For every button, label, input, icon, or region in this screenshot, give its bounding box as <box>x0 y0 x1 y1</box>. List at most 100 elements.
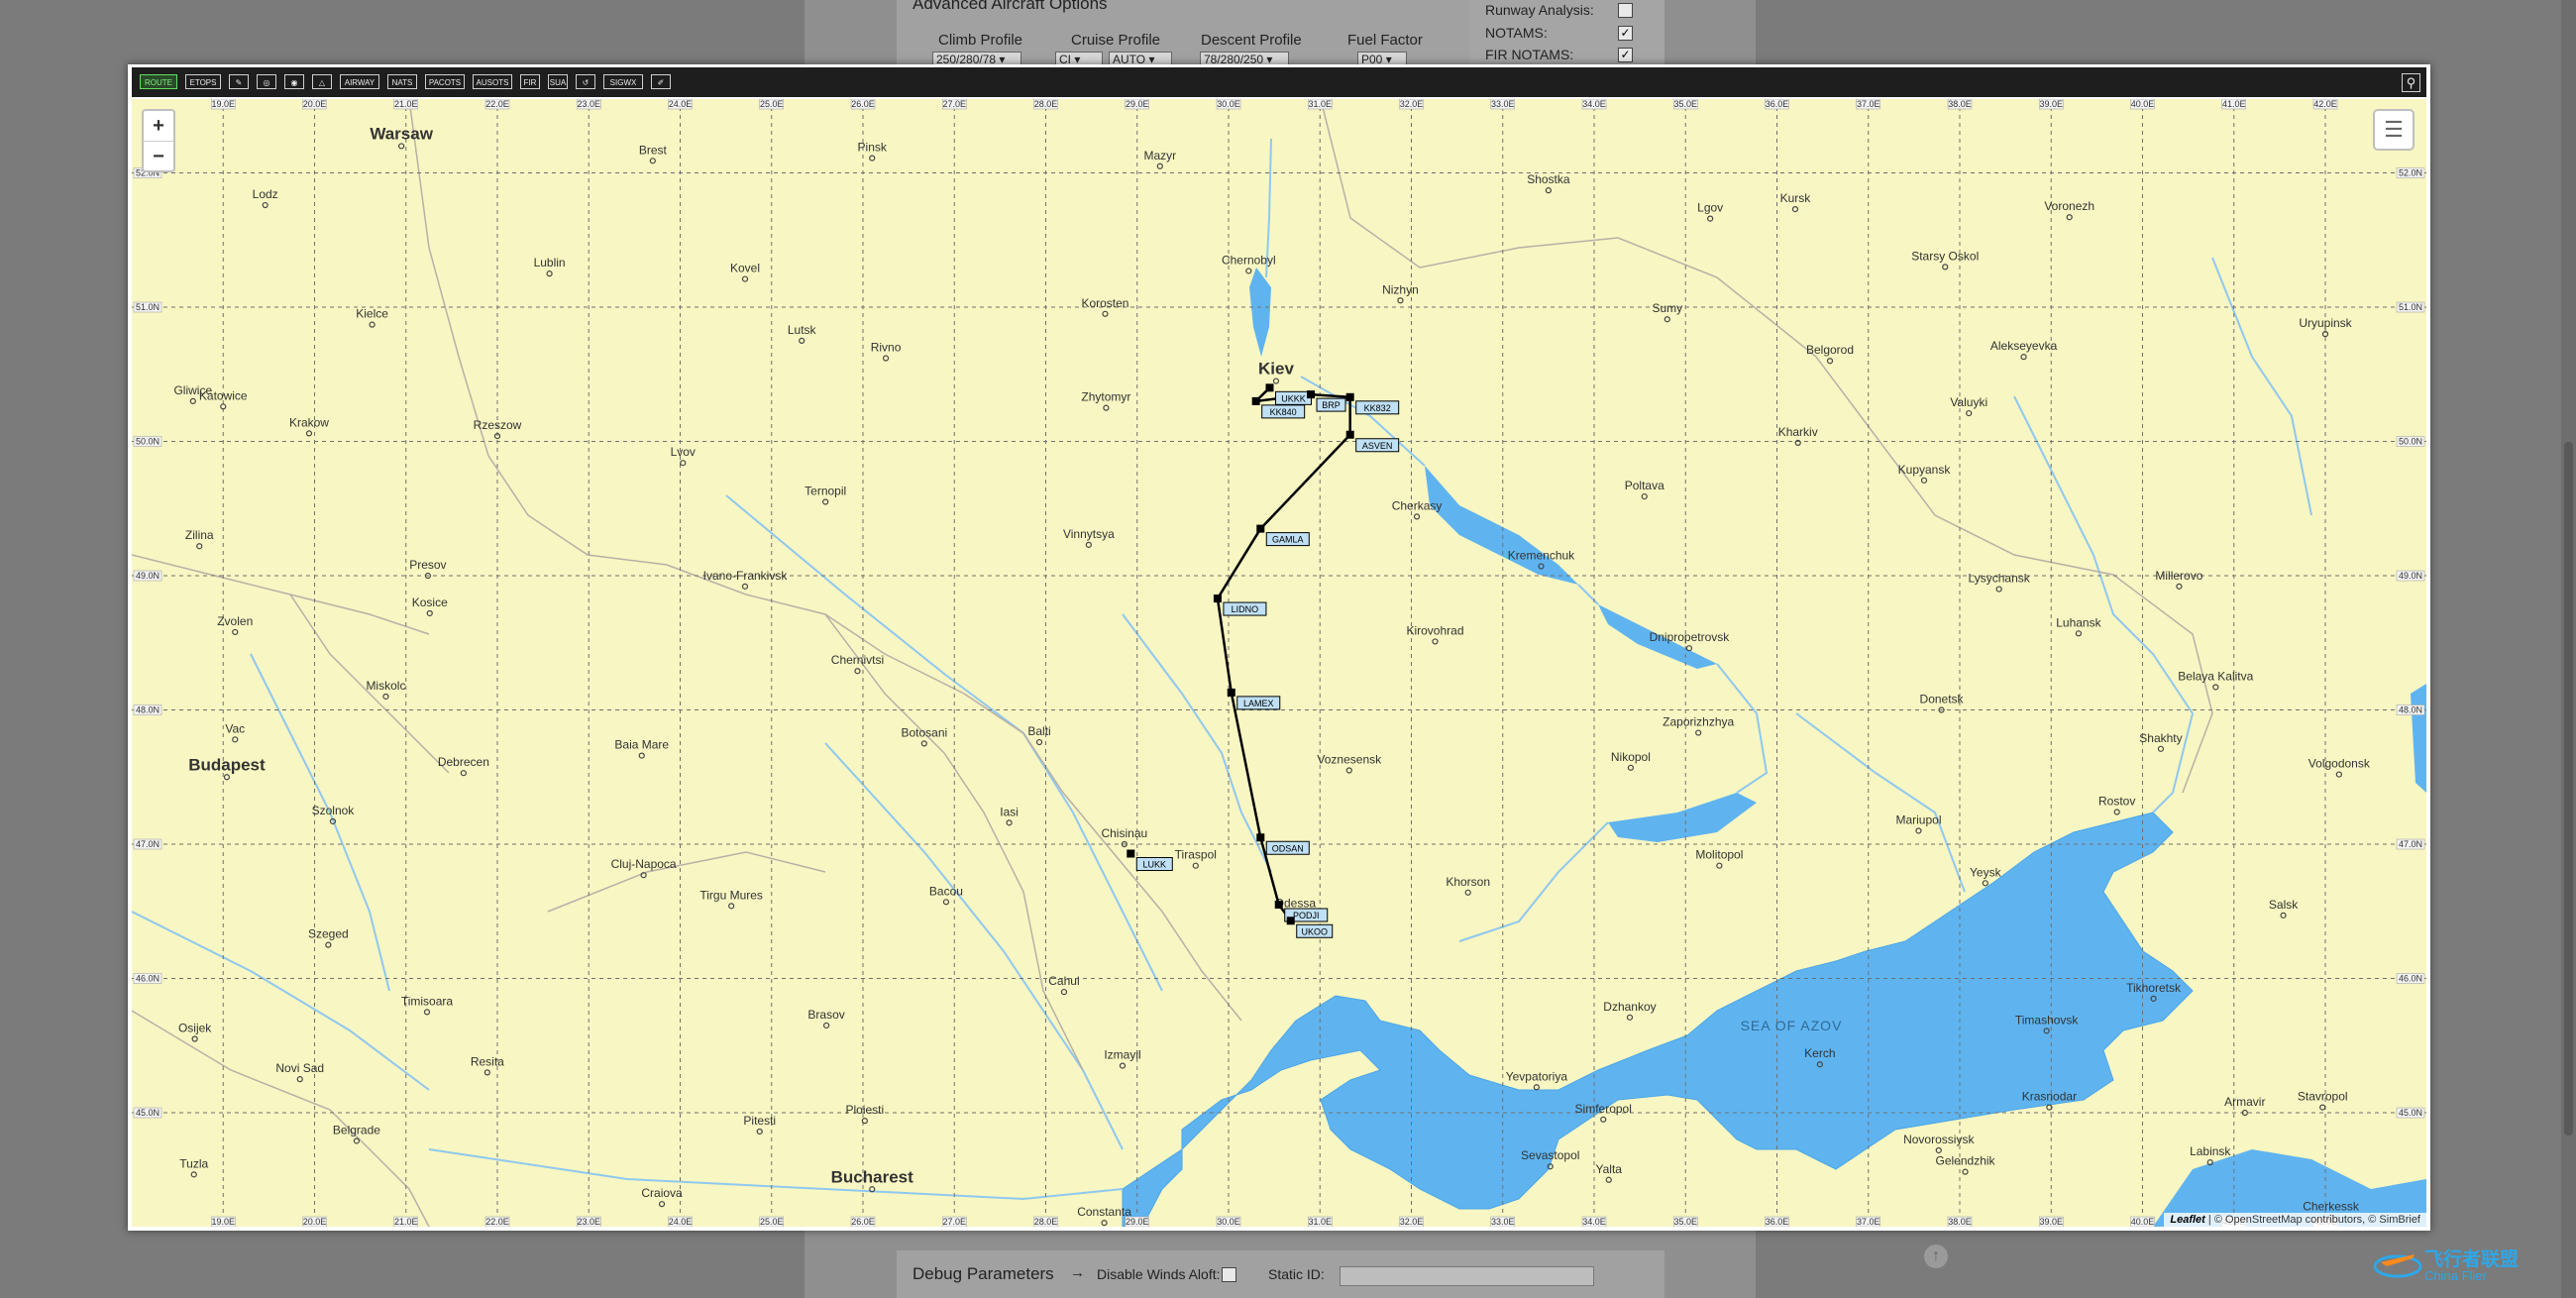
static-id-label: Static ID: <box>1268 1266 1325 1282</box>
city-dot <box>1716 862 1723 869</box>
toolbar-button-12[interactable]: ↺ <box>576 74 595 89</box>
city-dot <box>2212 684 2219 691</box>
toolbar-button-0[interactable]: ROUTE <box>140 74 177 89</box>
zoom-out-button[interactable]: − <box>144 141 173 171</box>
city-dot <box>1995 586 2002 593</box>
leaflet-link[interactable]: Leaflet <box>2170 1214 2204 1226</box>
waypoint-marker[interactable] <box>1265 383 1274 392</box>
map-canvas[interactable]: 19.0E 19.0E 20.0E 20.0E 21.0E 21.0E 22.0E 22.0E… <box>132 99 2426 1227</box>
page-scrollbar[interactable] <box>2561 0 2576 1298</box>
river-6 <box>2013 395 2195 813</box>
city-dot <box>232 736 239 743</box>
lon-label: 27.0E <box>942 99 966 109</box>
waypoint-marker[interactable] <box>1345 392 1354 401</box>
kremenchuk-reservoir <box>1425 466 1578 585</box>
city-label: Pitesti <box>743 1114 776 1128</box>
waypoint-marker[interactable] <box>1251 396 1260 405</box>
waypoint-marker[interactable] <box>1286 917 1295 925</box>
lat-label: 49.0N <box>136 571 160 581</box>
waypoint-label[interactable]: ODSAN <box>1272 843 1304 853</box>
toolbar-button-5[interactable]: △ <box>312 74 332 89</box>
toolbar-button-8[interactable]: PACOTS <box>425 74 465 89</box>
lon-label: 32.0E <box>1400 99 1424 109</box>
toolbar-button-14[interactable]: ✐ <box>651 74 671 89</box>
climb-profile-label: Climb Profile <box>938 32 1023 49</box>
lon-label: 23.0E <box>577 99 600 109</box>
city-dot <box>1935 1146 1942 1154</box>
border-4 <box>132 1010 430 1227</box>
waypoint-marker[interactable] <box>1274 901 1283 909</box>
toolbar-button-6[interactable]: AIRWAY <box>340 74 379 89</box>
waypoint-label[interactable]: KK840 <box>1270 407 1297 417</box>
city-dot <box>1605 1176 1612 1183</box>
waypoint-label[interactable]: ASVEN <box>1362 441 1393 451</box>
sea-label: SEA OF AZOV <box>1741 1018 1843 1033</box>
city-dot <box>658 1201 666 1208</box>
waypoint-label[interactable]: LAMEX <box>1243 699 1274 708</box>
notams-checkbox[interactable]: ✓ <box>1618 26 1633 41</box>
city-dot <box>382 693 389 701</box>
descent-profile-label: Descent Profile <box>1201 32 1302 49</box>
city-dot <box>680 460 687 467</box>
lon-label: 42.0E <box>2313 99 2337 109</box>
scroll-top-icon[interactable]: ↑ <box>1924 1244 1948 1268</box>
waypoint-marker[interactable] <box>1256 833 1265 842</box>
search-icon[interactable]: ⚲ <box>2402 73 2420 92</box>
lon-label: 19.0E <box>211 1217 235 1227</box>
city-label: Bacou <box>929 884 963 898</box>
city-dot <box>799 337 805 344</box>
toolbar-button-7[interactable]: NATS <box>387 74 417 89</box>
waypoint-marker[interactable] <box>1127 849 1135 858</box>
route-map[interactable]: 19.0E 19.0E 20.0E 20.0E 21.0E 21.0E 22.0E 22.0E… <box>132 99 2426 1227</box>
scrollbar-thumb[interactable] <box>2564 442 2573 1136</box>
city-label: Krasnodar <box>2022 1090 2077 1104</box>
river-7 <box>2211 257 2312 516</box>
city-label: Dzhankoy <box>1603 1000 1656 1014</box>
lon-label: 32.0E <box>1400 1217 1424 1227</box>
lon-label: 40.0E <box>2131 1217 2155 1227</box>
waypoint-label[interactable]: GAMLA <box>1272 535 1304 545</box>
zoom-in-button[interactable]: + <box>144 111 173 141</box>
toolbar-button-1[interactable]: ETOPS <box>185 74 221 89</box>
waypoint-marker[interactable] <box>1345 430 1354 439</box>
waypoint-marker[interactable] <box>1213 595 1222 603</box>
toolbar-button-2[interactable]: ✎ <box>229 74 249 89</box>
toolbar-button-13[interactable]: SIGWX <box>603 74 643 89</box>
waypoint-label[interactable]: BRP <box>1322 400 1341 410</box>
waypoint-marker[interactable] <box>1307 390 1316 399</box>
waypoint-marker[interactable] <box>1227 688 1235 697</box>
city-label: Yevpatoriya <box>1506 1069 1568 1083</box>
city-dot <box>1626 1014 1634 1021</box>
city-label: Novorossiysk <box>1903 1133 1975 1146</box>
layers-icon[interactable]: ☰ <box>2373 109 2415 151</box>
city-dot <box>223 774 231 781</box>
static-id-input[interactable] <box>1340 1266 1594 1286</box>
fuel-factor-label: Fuel Factor <box>1347 32 1423 49</box>
lon-label: 20.0E <box>303 99 327 109</box>
disable-winds-checkbox[interactable] <box>1222 1267 1236 1282</box>
toolbar-button-9[interactable]: AUSOTS <box>473 74 512 89</box>
waypoint-label[interactable]: LUKK <box>1143 860 1167 870</box>
site-logo: 飞行者联盟 China Flier <box>2373 1237 2522 1288</box>
toolbar-button-3[interactable]: ◎ <box>257 74 276 89</box>
waypoint-label[interactable]: UKKK <box>1281 393 1306 403</box>
waypoint-marker[interactable] <box>1256 524 1265 533</box>
lat-label: 45.0N <box>136 1108 160 1118</box>
city-dot <box>1245 268 1252 274</box>
lon-label: 26.0E <box>851 99 875 109</box>
fir-notams-checkbox[interactable]: ✓ <box>1618 48 1633 62</box>
waypoint-label[interactable]: KK832 <box>1364 403 1391 413</box>
toolbar-button-11[interactable]: SUA <box>548 74 568 89</box>
lon-label: 33.0E <box>1491 1217 1515 1227</box>
waypoint-label[interactable]: PODJI <box>1293 911 1320 920</box>
city-label: Resita <box>471 1054 504 1068</box>
toolbar-button-10[interactable]: FIR <box>520 74 540 89</box>
zoom-control: + − <box>142 109 175 172</box>
waypoint-label[interactable]: UKOO <box>1301 926 1328 936</box>
waypoint-label[interactable]: LIDNO <box>1232 604 1259 614</box>
runway-analysis-checkbox[interactable] <box>1618 3 1633 18</box>
toolbar-button-4[interactable]: ◉ <box>284 74 304 89</box>
city-label: Lublin <box>534 256 566 270</box>
city-dot <box>1101 1220 1108 1227</box>
city-label: Simferopol <box>1575 1102 1632 1116</box>
